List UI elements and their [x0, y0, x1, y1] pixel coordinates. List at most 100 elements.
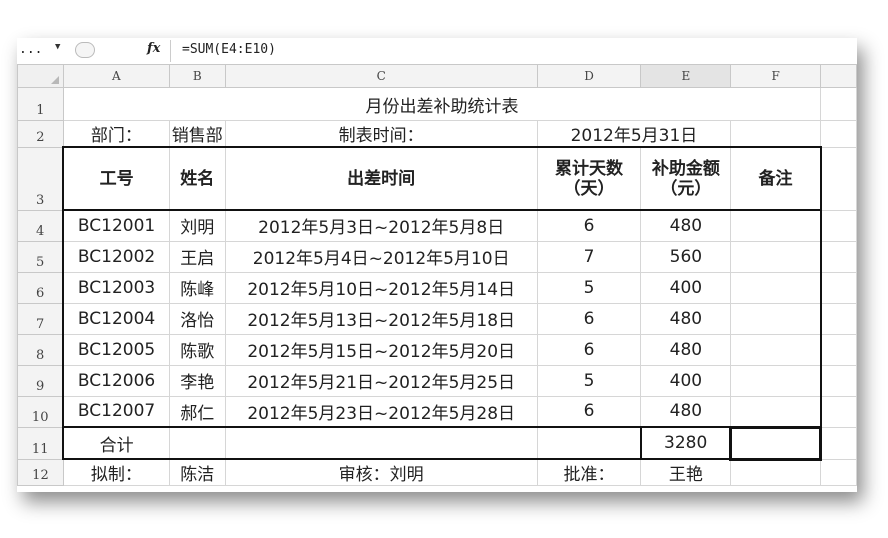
column-header-e[interactable]: E [640, 64, 732, 88]
cell-days[interactable]: 6 [536, 395, 642, 428]
cell-note[interactable] [730, 271, 822, 304]
column-header-a[interactable]: A [62, 64, 170, 88]
cell[interactable] [820, 120, 857, 148]
cell-days[interactable]: 7 [536, 240, 642, 273]
cell-note[interactable] [730, 364, 822, 397]
cell[interactable] [820, 271, 857, 304]
header-trip-time[interactable]: 出差时间 [224, 146, 538, 211]
cell-amount[interactable]: 400 [640, 364, 732, 397]
row-header-8[interactable]: 8 [17, 333, 64, 366]
cell-amount[interactable]: 560 [640, 240, 732, 273]
chevron-down-icon[interactable]: ▼ [55, 42, 60, 52]
selected-cell[interactable] [729, 425, 823, 461]
sheet-title[interactable]: 月份出差补助统计表 [62, 87, 822, 121]
cell-period[interactable]: 2012年5月13日~2012年5月18日 [224, 302, 538, 335]
cell[interactable] [820, 458, 857, 486]
approved-label-cell[interactable]: 批准： [536, 458, 642, 486]
cell-period[interactable]: 2012年5月15日~2012年5月20日 [224, 333, 538, 366]
row-header-12[interactable]: 12 [17, 458, 64, 486]
cell-days[interactable]: 6 [536, 302, 642, 335]
column-header-d[interactable]: D [536, 64, 642, 88]
select-all-corner[interactable] [17, 64, 64, 88]
row-header-7[interactable]: 7 [17, 302, 64, 335]
cell-note[interactable] [730, 395, 822, 428]
cell-days[interactable]: 5 [536, 364, 642, 397]
row-header-10[interactable]: 10 [17, 395, 64, 428]
cell-id[interactable]: BC12003 [62, 271, 170, 304]
cell-note[interactable] [730, 333, 822, 366]
row-header-11[interactable]: 11 [17, 426, 64, 460]
cell-name[interactable]: 刘明 [168, 209, 226, 242]
row-header-4[interactable]: 4 [17, 209, 64, 242]
cell-name[interactable]: 陈歌 [168, 333, 226, 366]
formula-input[interactable]: =SUM(E4:E10) [182, 42, 276, 57]
made-time-label-cell[interactable]: 制表时间： [224, 120, 538, 148]
cell-note[interactable] [730, 240, 822, 273]
cell-note[interactable] [730, 209, 822, 242]
total-label-cell[interactable]: 合计 [62, 426, 170, 460]
cell-name[interactable]: 洛怡 [168, 302, 226, 335]
dept-value-cell[interactable]: 销售部 [168, 120, 226, 148]
cell-note[interactable] [730, 302, 822, 335]
cell-name[interactable]: 陈峰 [168, 271, 226, 304]
cell-days[interactable]: 5 [536, 271, 642, 304]
cell-amount[interactable]: 400 [640, 271, 732, 304]
cell-period[interactable]: 2012年5月10日~2012年5月14日 [224, 271, 538, 304]
cell[interactable] [820, 146, 857, 211]
cell-id[interactable]: BC12002 [62, 240, 170, 273]
column-header-f[interactable]: F [730, 64, 822, 88]
header-days[interactable]: 累计天数 （天） [536, 146, 642, 211]
column-header-c[interactable]: C [224, 64, 538, 88]
cell-id[interactable]: BC12006 [62, 364, 170, 397]
cell-id[interactable]: BC12005 [62, 333, 170, 366]
cell-period[interactable]: 2012年5月3日~2012年5月8日 [224, 209, 538, 242]
cell-amount[interactable]: 480 [640, 209, 732, 242]
row-header-9[interactable]: 9 [17, 364, 64, 397]
header-note[interactable]: 备注 [730, 146, 822, 211]
cell-days[interactable]: 6 [536, 333, 642, 366]
dept-label-cell[interactable]: 部门： [62, 120, 170, 148]
cell-days[interactable]: 6 [536, 209, 642, 242]
approved-value-cell[interactable]: 王艳 [640, 458, 732, 486]
row-header-1[interactable]: 1 [17, 87, 64, 121]
name-box[interactable]: ... ▼ [19, 42, 67, 60]
cell[interactable] [820, 302, 857, 335]
column-header-g[interactable] [820, 64, 857, 88]
cell-amount[interactable]: 480 [640, 333, 732, 366]
cell-name[interactable]: 李艳 [168, 364, 226, 397]
reviewed-cell[interactable]: 审核：刘明 [224, 458, 538, 486]
cell[interactable] [224, 426, 538, 460]
cell[interactable] [820, 364, 857, 397]
header-id[interactable]: 工号 [62, 146, 170, 211]
made-time-value-cell[interactable]: 2012年5月31日 [536, 120, 732, 148]
cell-name[interactable]: 郝仁 [168, 395, 226, 428]
cell[interactable] [820, 333, 857, 366]
cell[interactable] [820, 87, 857, 121]
cell[interactable] [730, 120, 822, 148]
row-header-2[interactable]: 2 [17, 120, 64, 148]
cell[interactable] [536, 426, 642, 460]
header-amount[interactable]: 补助金额 （元） [640, 146, 732, 211]
cell[interactable] [820, 426, 857, 460]
row-header-5[interactable]: 5 [17, 240, 64, 273]
total-value-cell[interactable]: 3280 [639, 426, 732, 460]
cell[interactable] [820, 209, 857, 242]
drafted-value-cell[interactable]: 陈洁 [168, 458, 226, 486]
cell-period[interactable]: 2012年5月23日~2012年5月28日 [224, 395, 538, 428]
cell[interactable] [820, 395, 857, 428]
cell-name[interactable]: 王启 [168, 240, 226, 273]
insert-function-icon[interactable]: fx [147, 41, 160, 56]
row-header-6[interactable]: 6 [17, 271, 64, 304]
cell-id[interactable]: BC12004 [62, 302, 170, 335]
cell-id[interactable]: BC12001 [62, 209, 170, 242]
column-header-b[interactable]: B [168, 64, 226, 88]
cell-period[interactable]: 2012年5月21日~2012年5月25日 [224, 364, 538, 397]
cell[interactable] [820, 240, 857, 273]
cell-amount[interactable]: 480 [640, 302, 732, 335]
header-name[interactable]: 姓名 [168, 146, 226, 211]
cell-amount[interactable]: 480 [640, 395, 732, 428]
cell-period[interactable]: 2012年5月4日~2012年5月10日 [224, 240, 538, 273]
row-header-3[interactable]: 3 [17, 146, 64, 211]
drafted-label-cell[interactable]: 拟制： [62, 458, 170, 486]
cell[interactable] [730, 458, 822, 486]
